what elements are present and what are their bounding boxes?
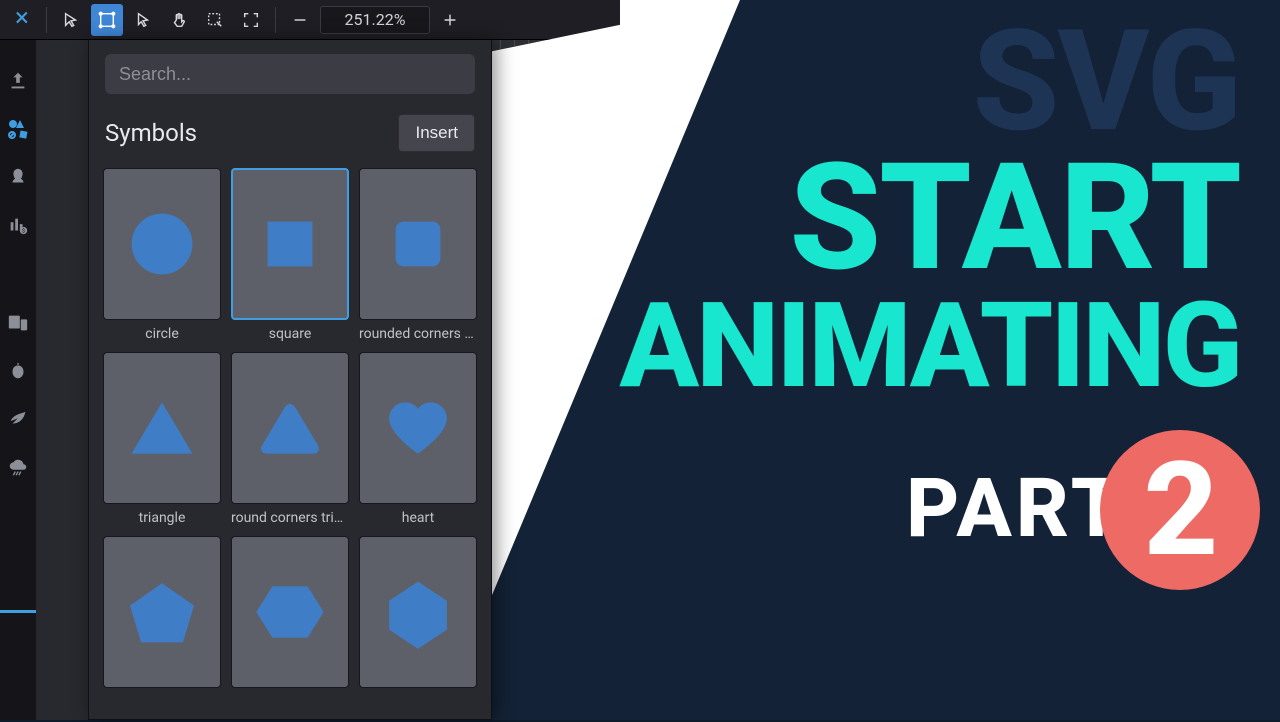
symbol-hexagon[interactable] bbox=[231, 536, 349, 688]
symbol-label: square bbox=[231, 326, 349, 342]
transform-tool[interactable] bbox=[91, 4, 123, 36]
part-number-badge: 2 bbox=[1100, 430, 1260, 590]
search-field[interactable] bbox=[105, 54, 475, 94]
direct-select-tool[interactable] bbox=[127, 4, 159, 36]
symbol-label: rounded corners s... bbox=[359, 326, 477, 342]
zoom-selection-tool[interactable] bbox=[199, 4, 231, 36]
symbol-extra[interactable] bbox=[359, 536, 477, 688]
symbol-label: heart bbox=[359, 510, 477, 526]
left-rail: $ bbox=[0, 40, 36, 720]
symbol-label: round corners tria... bbox=[231, 510, 349, 526]
pan-tool[interactable] bbox=[163, 4, 195, 36]
symbol-pentagon[interactable] bbox=[103, 536, 221, 688]
headline-start: START bbox=[619, 149, 1240, 290]
svg-text:$: $ bbox=[22, 227, 25, 234]
symbol-heart[interactable] bbox=[359, 352, 477, 504]
close-button[interactable]: × bbox=[6, 4, 38, 36]
insert-button[interactable]: Insert bbox=[398, 114, 475, 152]
devices-library-icon[interactable] bbox=[5, 310, 31, 336]
upload-icon[interactable] bbox=[5, 68, 31, 94]
headline-animating: ANIMATING bbox=[619, 290, 1240, 402]
library-panel: Symbols Insert circle square rounded cor… bbox=[88, 40, 492, 720]
symbol-label: triangle bbox=[103, 510, 221, 526]
nature-library-icon[interactable] bbox=[5, 406, 31, 432]
top-toolbar: × 251.22% bbox=[0, 0, 620, 40]
symbol-square[interactable] bbox=[231, 168, 349, 320]
zoom-out-button[interactable] bbox=[284, 4, 316, 36]
panel-title: Symbols bbox=[105, 119, 197, 147]
chart-library-icon[interactable]: $ bbox=[5, 212, 31, 238]
shapes-library-icon[interactable] bbox=[5, 116, 31, 142]
zoom-level[interactable]: 251.22% bbox=[320, 6, 430, 34]
symbol-rounded-triangle[interactable] bbox=[231, 352, 349, 504]
symbol-label: circle bbox=[103, 326, 221, 342]
search-input[interactable] bbox=[119, 64, 461, 85]
select-tool[interactable] bbox=[55, 4, 87, 36]
weather-library-icon[interactable] bbox=[5, 454, 31, 480]
fit-screen-tool[interactable] bbox=[235, 4, 267, 36]
symbol-rounded-square[interactable] bbox=[359, 168, 477, 320]
food-library-icon[interactable] bbox=[5, 358, 31, 384]
zoom-in-button[interactable] bbox=[434, 4, 466, 36]
symbol-triangle[interactable] bbox=[103, 352, 221, 504]
headline-part: PART bbox=[906, 471, 1126, 549]
avatar-library-icon[interactable] bbox=[5, 164, 31, 190]
symbol-circle[interactable] bbox=[103, 168, 221, 320]
